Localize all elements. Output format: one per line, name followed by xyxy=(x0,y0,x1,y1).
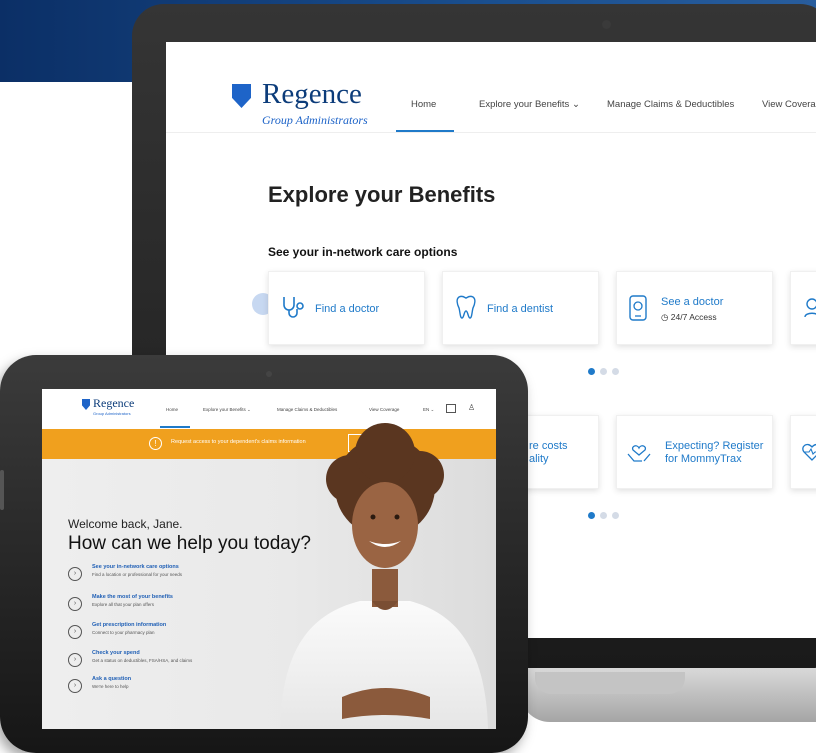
laptop-top-nav: Regence Group Administrators Home Explor… xyxy=(166,42,816,133)
card-label: for MommyTrax xyxy=(665,453,742,465)
card-partial-right[interactable] xyxy=(790,271,816,345)
logo-name: Regence xyxy=(262,78,362,110)
hands-heart-icon xyxy=(627,445,651,462)
logo-subtitle: Group Administrators xyxy=(262,113,368,127)
nav-home[interactable]: Home xyxy=(411,99,436,110)
chevron-down-icon: ⌄ xyxy=(571,99,580,110)
tablet-side-button xyxy=(0,470,4,510)
headline: How can we help you today? xyxy=(68,533,311,554)
tooth-icon xyxy=(456,295,476,319)
chevron-right-icon: › xyxy=(68,679,82,693)
card-find-dentist[interactable]: Find a dentist xyxy=(442,271,599,345)
nav-manage-claims[interactable]: Manage Claims & Deductibles xyxy=(607,99,734,110)
card-see-doctor[interactable]: See a doctor ◷ 24/7 Access xyxy=(616,271,773,345)
carousel-dots-1[interactable] xyxy=(588,363,624,381)
card-partial-right-2[interactable] xyxy=(790,415,816,489)
nav-active-indicator xyxy=(396,130,454,132)
chevron-right-icon: › xyxy=(68,567,82,581)
tablet-camera xyxy=(266,371,272,377)
nurse-icon xyxy=(804,298,816,318)
card-label: Expecting? Register xyxy=(665,440,764,452)
laptop-camera xyxy=(602,20,611,29)
page-title: Explore your Benefits xyxy=(268,182,496,207)
chevron-right-icon: › xyxy=(68,625,82,639)
section-title: See your in-network care options xyxy=(268,245,458,259)
carousel-dots-2[interactable] xyxy=(588,507,624,525)
heart-pulse-icon xyxy=(802,443,816,461)
card-label: See a doctor xyxy=(661,296,724,308)
welcome-text: Welcome back, Jane. xyxy=(68,517,183,531)
card-label: Find a doctor xyxy=(315,303,380,315)
chevron-right-icon: › xyxy=(68,653,82,667)
phone-doctor-icon xyxy=(629,295,647,321)
shield-icon xyxy=(232,84,251,108)
chevron-right-icon: › xyxy=(68,597,82,611)
nav-view-coverage[interactable]: View Coverag xyxy=(762,99,816,110)
card-label: re costs xyxy=(529,440,568,452)
tablet-screen: Regence Group Administrators Home Explor… xyxy=(42,389,496,729)
card-label: Find a dentist xyxy=(487,303,554,315)
laptop-hinge xyxy=(535,672,685,694)
card-label: ality xyxy=(529,453,549,465)
clock-icon: ◷ xyxy=(661,312,669,322)
stethoscope-icon xyxy=(283,297,304,318)
card-sublabel: ◷ 24/7 Access xyxy=(661,312,717,322)
card-find-doctor[interactable]: Find a doctor xyxy=(268,271,425,345)
card-mommytrax[interactable]: Expecting? Register for MommyTrax xyxy=(616,415,773,489)
nav-explore-benefits[interactable]: Explore your Benefits ⌄ xyxy=(479,99,580,110)
